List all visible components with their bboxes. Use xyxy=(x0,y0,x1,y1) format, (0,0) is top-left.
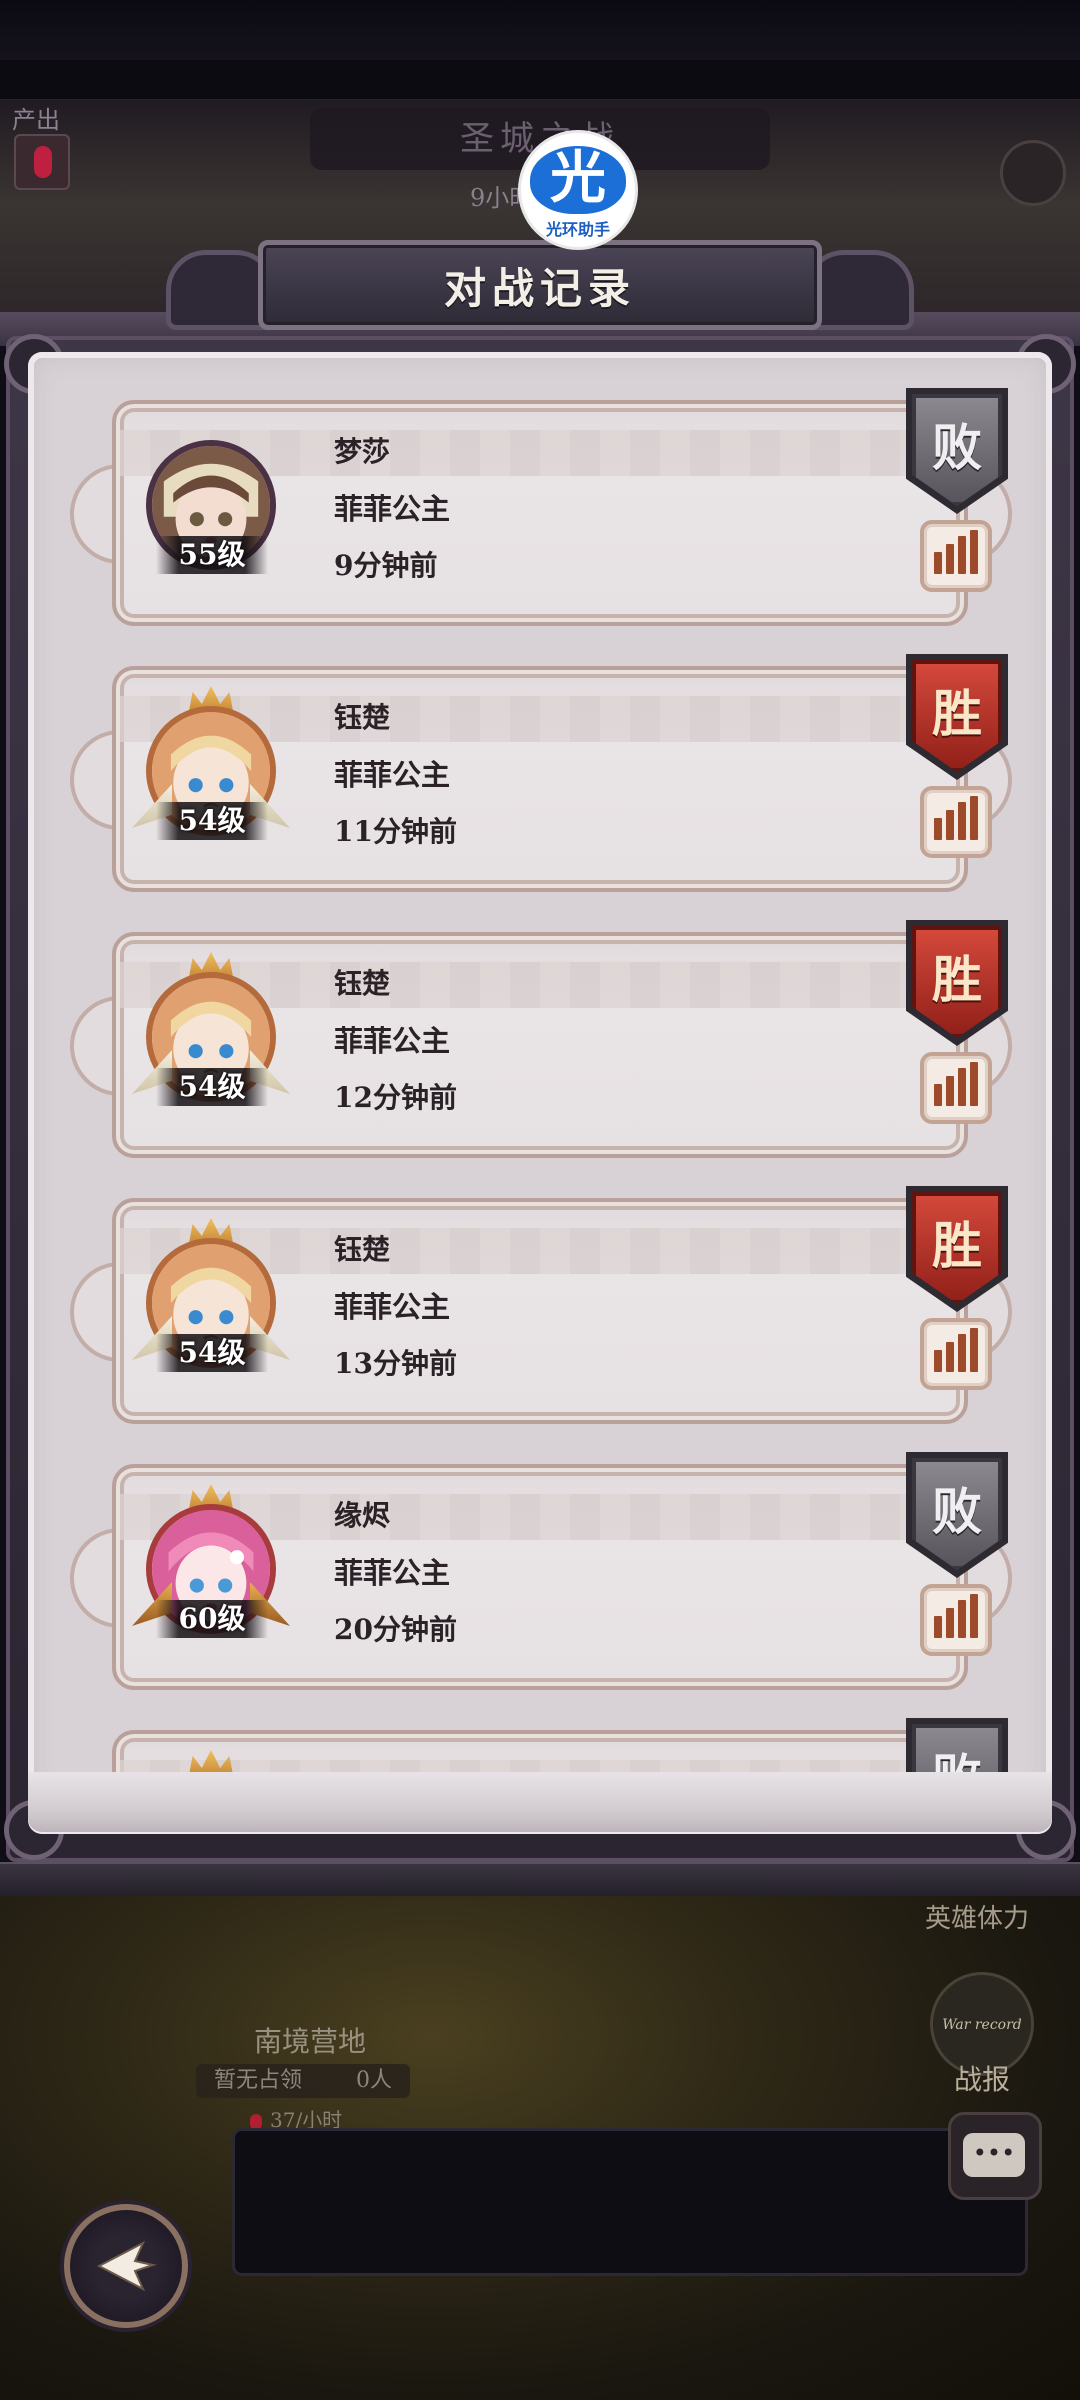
dialog-title-plate: 对战记录 xyxy=(258,240,822,330)
logo-mark: 光 xyxy=(530,146,626,214)
record-card: 60级 缘烬 菲菲公主 20分钟前 败 xyxy=(50,1452,1032,1690)
bar-chart-icon xyxy=(958,802,966,840)
bar-chart-icon xyxy=(958,1068,966,1106)
level-label: 60级 xyxy=(156,1600,268,1638)
battle-stats-button[interactable] xyxy=(920,1318,992,1390)
bar-chart-icon xyxy=(970,796,978,840)
opponent-name: 钰楚 xyxy=(334,1233,391,1266)
occupy-status: 暂无占领 0人 xyxy=(196,2064,410,2098)
level-label: 54级 xyxy=(156,802,268,840)
sort-icon[interactable] xyxy=(1000,140,1066,206)
record-time: 13分钟前 xyxy=(334,1347,457,1380)
opponent-name: 缘烬 xyxy=(334,1499,391,1532)
occupy-count: 0人 xyxy=(356,2068,392,2093)
record-time: 11分钟前 xyxy=(334,815,457,848)
opponent-avatar: 54级 xyxy=(132,952,290,1116)
opponent-server: 菲菲公主 xyxy=(334,1024,451,1058)
logo-text: 光环助手 xyxy=(545,220,610,239)
record-card: 败 xyxy=(50,1718,1032,1772)
bar-chart-icon xyxy=(946,1342,954,1372)
battle-stats-button[interactable] xyxy=(920,1584,992,1656)
opponent-avatar: 60级 xyxy=(132,1484,290,1648)
occupy-status-text: 暂无占领 xyxy=(214,2068,303,2093)
opponent-avatar: 54级 xyxy=(132,1218,290,1382)
dialog-title: 对战记录 xyxy=(443,263,636,313)
battle-stats-button[interactable] xyxy=(920,1052,992,1124)
record-card: 54级 钰楚 菲菲公主 12分钟前 胜 xyxy=(50,920,1032,1158)
level-label: 54级 xyxy=(156,1334,268,1372)
record-card: 54级 钰楚 菲菲公主 11分钟前 胜 xyxy=(50,654,1032,892)
bottom-divider-bar xyxy=(0,1862,1080,1896)
record-list-panel[interactable]: 55级 梦莎 菲菲公主 9分钟前 败 54级 钰楚 菲菲公主 11分钟前 胜 5… xyxy=(28,352,1052,1834)
bar-chart-icon xyxy=(970,1594,978,1638)
bar-chart-icon xyxy=(958,536,966,574)
bar-chart-icon xyxy=(970,1062,978,1106)
back-arrow-icon xyxy=(96,2240,157,2292)
level-label: 55级 xyxy=(156,536,268,574)
war-record-label: 战报 xyxy=(954,2063,1011,2096)
level-label: 54级 xyxy=(156,1068,268,1106)
war-record-icon: War record xyxy=(942,2017,1022,2033)
battle-stats-button[interactable] xyxy=(920,520,992,592)
opponent-avatar xyxy=(136,1750,286,1772)
battle-stats-button[interactable] xyxy=(920,786,992,858)
opponent-server: 菲菲公主 xyxy=(334,1290,451,1324)
location-name: 南境营地 xyxy=(253,2025,366,2058)
bar-chart-icon xyxy=(946,810,954,840)
bar-chart-icon xyxy=(970,530,978,574)
opponent-name: 钰楚 xyxy=(334,701,391,734)
opponent-name: 钰楚 xyxy=(334,967,391,1000)
bar-chart-icon xyxy=(934,818,942,840)
bar-chart-icon xyxy=(958,1600,966,1638)
top-status-band xyxy=(0,60,1080,100)
bar-chart-icon xyxy=(946,1076,954,1106)
gem-icon xyxy=(14,134,70,190)
guanghuan-logo: 光 光环助手 xyxy=(518,130,638,250)
back-button[interactable] xyxy=(64,2204,188,2328)
opponent-avatar: 55级 xyxy=(136,434,286,584)
opponent-server: 菲菲公主 xyxy=(334,1556,451,1590)
chat-icon[interactable] xyxy=(948,2112,1042,2200)
record-card: 55级 梦莎 菲菲公主 9分钟前 败 xyxy=(50,388,1032,626)
opponent-avatar: 54级 xyxy=(132,686,290,850)
bar-chart-icon xyxy=(934,552,942,574)
bar-chart-icon xyxy=(934,1350,942,1372)
bar-chart-icon xyxy=(934,1084,942,1106)
record-time: 12分钟前 xyxy=(334,1081,457,1114)
panel-bottom-rim xyxy=(28,1772,1052,1832)
bar-chart-icon xyxy=(958,1334,966,1372)
record-time: 9分钟前 xyxy=(334,549,438,582)
hero-stamina-label: 英雄体力 xyxy=(925,1904,1030,1934)
record-list[interactable]: 55级 梦莎 菲菲公主 9分钟前 败 54级 钰楚 菲菲公主 11分钟前 胜 5… xyxy=(28,352,1052,1772)
result-badge-loss: 败 xyxy=(912,1724,1002,1772)
output-label: 产出 xyxy=(12,106,60,134)
record-time: 20分钟前 xyxy=(334,1613,457,1646)
opponent-server: 菲菲公主 xyxy=(334,758,451,792)
bar-chart-icon xyxy=(970,1328,978,1372)
bar-chart-icon xyxy=(946,544,954,574)
record-card: 54级 钰楚 菲菲公主 13分钟前 胜 xyxy=(50,1186,1032,1424)
bar-chart-icon xyxy=(946,1608,954,1638)
opponent-name: 梦莎 xyxy=(334,435,391,468)
chat-box[interactable] xyxy=(232,2128,1028,2276)
opponent-server: 菲菲公主 xyxy=(334,492,451,526)
bar-chart-icon xyxy=(934,1616,942,1638)
